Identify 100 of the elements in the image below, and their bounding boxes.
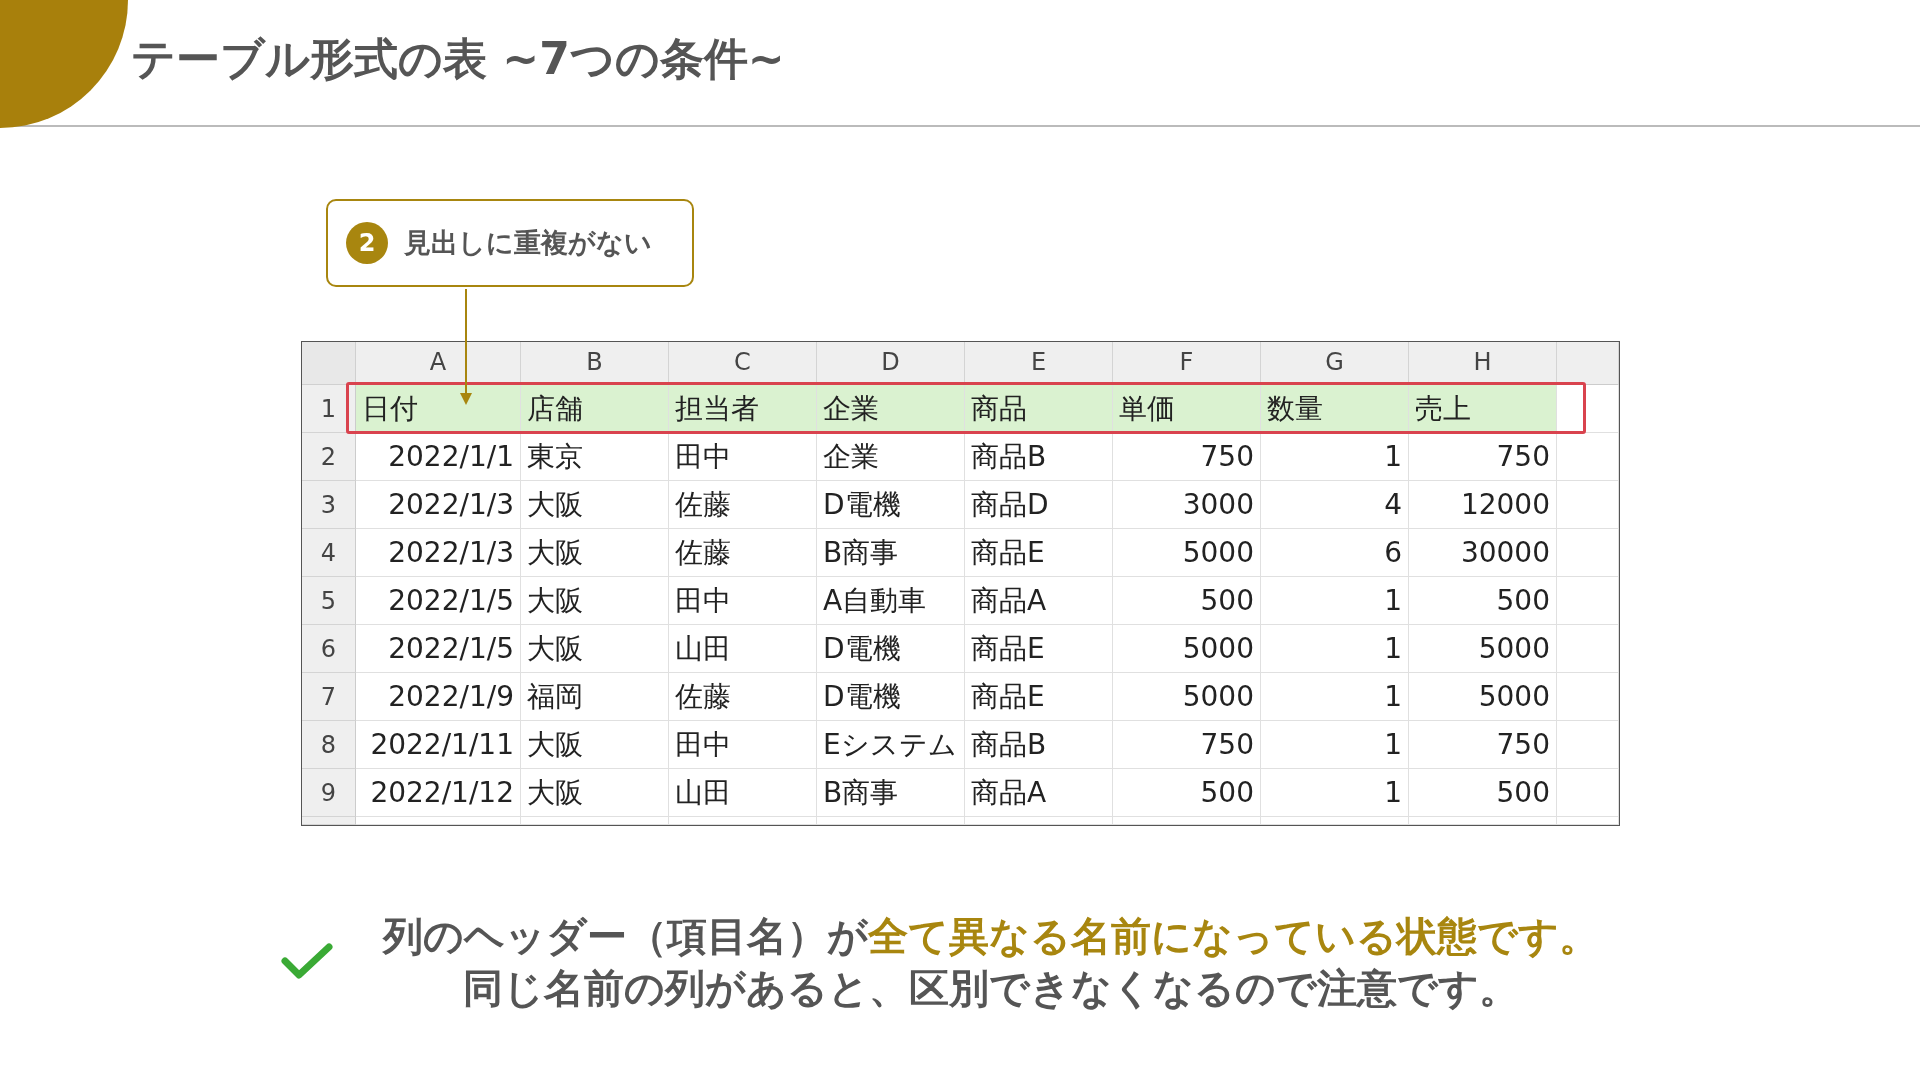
table-cell: 担当者 [669, 385, 817, 433]
table-cell: 1 [1261, 721, 1409, 769]
table-cell: 500 [1113, 577, 1261, 625]
table-cell: 12000 [1409, 481, 1557, 529]
table-cell: 佐藤 [669, 529, 817, 577]
column-header[interactable]: F [1113, 342, 1261, 385]
table-cell: 5000 [1113, 673, 1261, 721]
empty-cell [1557, 433, 1619, 481]
table-cell: 750 [1113, 721, 1261, 769]
table-cell: Eシステム [817, 721, 965, 769]
table-cell: 2022/1/5 [356, 625, 521, 673]
table-cell: 5000 [1113, 625, 1261, 673]
table-cell: A自動車 [817, 577, 965, 625]
row-header[interactable]: 7 [302, 673, 356, 721]
step-number: 2 [346, 222, 388, 264]
table-cell: 大阪 [521, 529, 669, 577]
row-header[interactable]: 8 [302, 721, 356, 769]
table-cell: 山田 [669, 769, 817, 817]
table-cell: 大阪 [521, 577, 669, 625]
table-cell: 2022/1/12 [356, 769, 521, 817]
table-cell: D電機 [817, 625, 965, 673]
column-header[interactable]: C [669, 342, 817, 385]
table-cell: 2022/1/3 [356, 529, 521, 577]
table-cell: 5000 [1113, 529, 1261, 577]
table-cell: 1 [1261, 769, 1409, 817]
table-cell: 数量 [1261, 385, 1409, 433]
table-cell: 商品B [965, 433, 1113, 481]
table-cell: 佐藤 [669, 481, 817, 529]
row-header[interactable]: 1 [302, 385, 356, 433]
table-cell: B商事 [817, 769, 965, 817]
column-header[interactable] [1557, 342, 1619, 385]
table-cell: 店舗 [521, 385, 669, 433]
row-header[interactable]: 9 [302, 769, 356, 817]
table-cell: 企業 [817, 433, 965, 481]
empty-cell [1557, 529, 1619, 577]
row-header[interactable]: 6 [302, 625, 356, 673]
table-cell: 30000 [1409, 529, 1557, 577]
table-cell: 商品E [965, 529, 1113, 577]
table-cell: 4 [1261, 481, 1409, 529]
table-cell: 福岡 [521, 673, 669, 721]
table-cell: 大阪 [521, 769, 669, 817]
table-cell: 大阪 [521, 721, 669, 769]
row-header[interactable]: 5 [302, 577, 356, 625]
empty-cell [1557, 769, 1619, 817]
table-cell: 商品A [965, 577, 1113, 625]
table-cell: 田中 [669, 721, 817, 769]
table-cell: 2022/1/9 [356, 673, 521, 721]
table-cell: 750 [1409, 433, 1557, 481]
column-header[interactable]: D [817, 342, 965, 385]
table-cell: 大阪 [521, 625, 669, 673]
table-cell: 商品 [965, 385, 1113, 433]
column-header[interactable]: B [521, 342, 669, 385]
table-cell: 750 [1113, 433, 1261, 481]
select-all-cell[interactable] [302, 342, 356, 385]
table-cell: 3000 [1113, 481, 1261, 529]
table-cell: 東京 [521, 433, 669, 481]
empty-cell [1557, 481, 1619, 529]
column-header[interactable]: G [1261, 342, 1409, 385]
table-cell: 1 [1261, 433, 1409, 481]
slide-title: テーブル形式の表 ~7つの条件~ [131, 32, 785, 86]
column-header[interactable]: H [1409, 342, 1557, 385]
table-cell: 1 [1261, 673, 1409, 721]
row-header[interactable]: 2 [302, 433, 356, 481]
table-cell: 2022/1/11 [356, 721, 521, 769]
table-cell: 商品E [965, 625, 1113, 673]
table-cell: 2022/1/1 [356, 433, 521, 481]
table-cell: 田中 [669, 577, 817, 625]
column-header[interactable]: E [965, 342, 1113, 385]
check-icon [281, 943, 333, 981]
table-cell: 500 [1409, 769, 1557, 817]
empty-cell [1557, 625, 1619, 673]
row-header[interactable] [302, 817, 356, 825]
table-cell: 日付 [356, 385, 521, 433]
column-header[interactable]: A [356, 342, 521, 385]
table-cell: 大阪 [521, 481, 669, 529]
table-cell: 500 [1113, 769, 1261, 817]
table-cell: 企業 [817, 385, 965, 433]
table-cell: 佐藤 [669, 673, 817, 721]
table-cell: 1 [1261, 625, 1409, 673]
row-header[interactable]: 4 [302, 529, 356, 577]
table-cell: 売上 [1409, 385, 1557, 433]
table-cell: 500 [1409, 577, 1557, 625]
table-cell: B商事 [817, 529, 965, 577]
table-cell: 山田 [669, 625, 817, 673]
table-cell: 1 [1261, 577, 1409, 625]
table-cell: 5000 [1409, 625, 1557, 673]
table-cell: 商品D [965, 481, 1113, 529]
table-cell: 2022/1/5 [356, 577, 521, 625]
note-text: 同じ名前の列があると、区別できなくなるので注意です。 [462, 964, 1520, 1013]
table-cell: 5000 [1409, 673, 1557, 721]
table-cell: 単価 [1113, 385, 1261, 433]
table-cell: 田中 [669, 433, 817, 481]
table-cell: D電機 [817, 481, 965, 529]
table-cell: 2022/1/3 [356, 481, 521, 529]
callout-text: 見出しに重複がない [404, 226, 652, 260]
row-header[interactable]: 3 [302, 481, 356, 529]
table-cell: 6 [1261, 529, 1409, 577]
table-cell: 商品A [965, 769, 1113, 817]
empty-cell [1557, 721, 1619, 769]
table-cell: 750 [1409, 721, 1557, 769]
